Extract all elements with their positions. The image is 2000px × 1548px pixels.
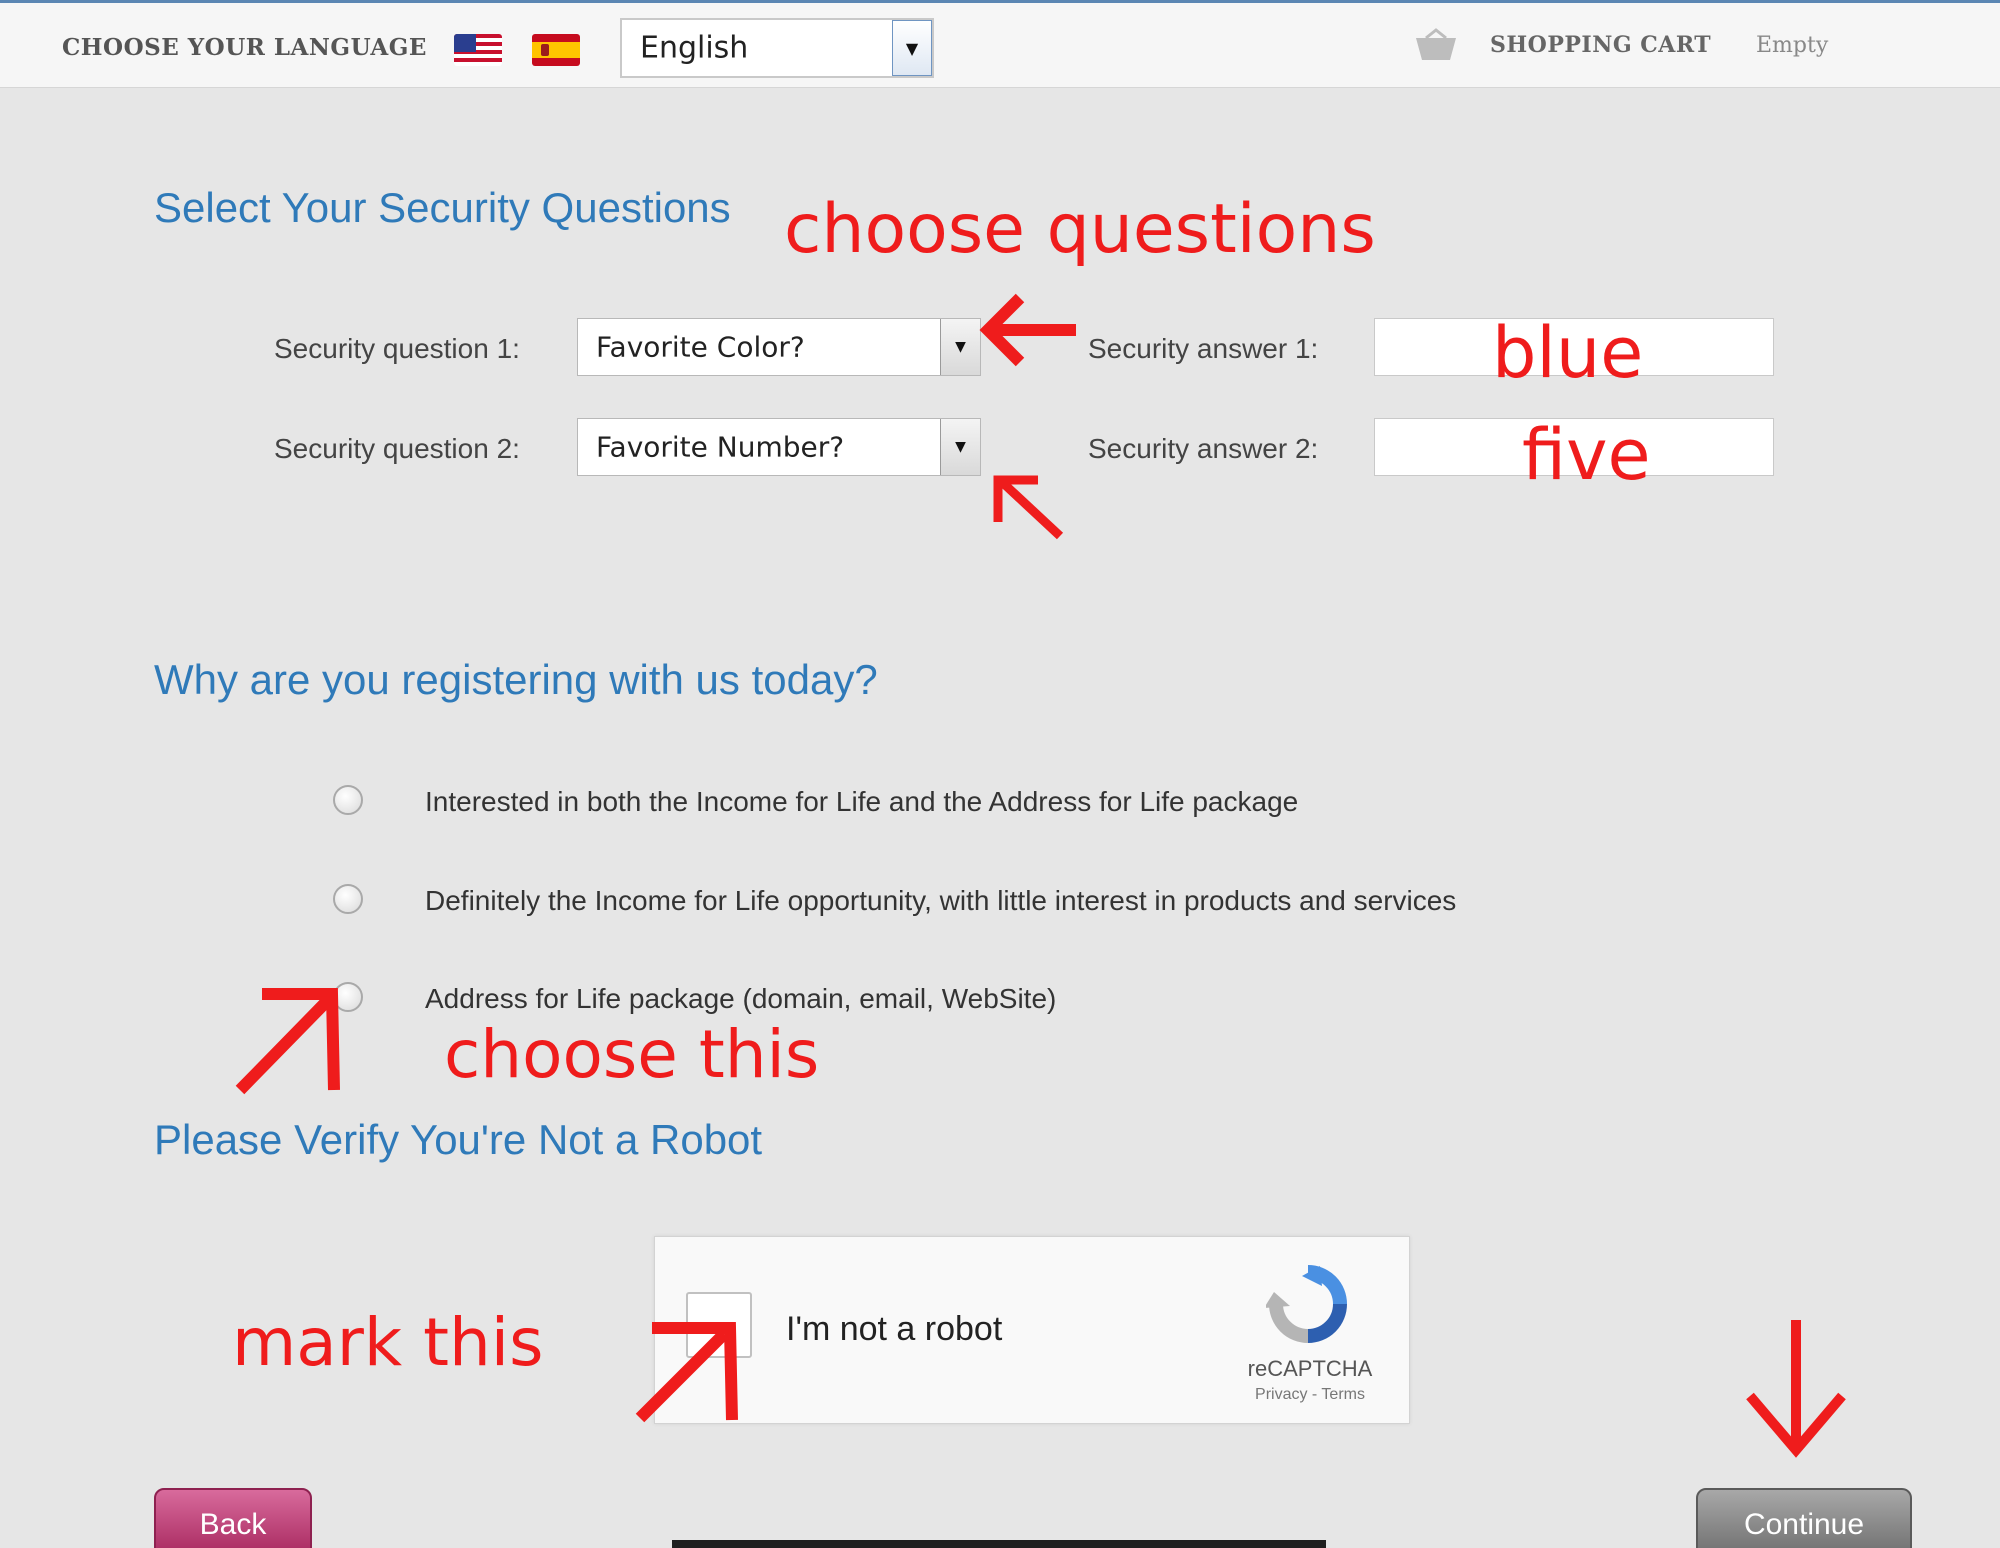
language-label: CHOOSE YOUR LANGUAGE [62,34,427,61]
annotation-arrow-up-right-icon [235,988,340,1095]
back-button[interactable]: Back [154,1488,312,1548]
shopping-cart-icon[interactable] [1412,28,1460,62]
security-answer-2-label: Security answer 2: [1088,433,1319,464]
language-select[interactable]: English ▼ [620,18,934,78]
chevron-down-icon[interactable]: ▼ [940,319,980,375]
registration-option-1-radio[interactable] [333,785,363,815]
annotation-choose-questions: choose questions [784,190,1376,269]
security-questions-heading: Select Your Security Questions [154,184,731,231]
security-question-1-label: Security question 1: [274,333,520,364]
security-question-2-value: Favorite Number? [596,430,845,464]
annotation-answer-blue: blue [1492,312,1644,394]
annotation-arrow-up-right-icon [635,1322,738,1423]
registration-option-2-label[interactable]: Definitely the Income for Life opportuni… [425,885,1456,917]
verify-robot-heading: Please Verify You're Not a Robot [154,1116,763,1163]
us-flag-icon[interactable] [454,34,502,66]
registration-option-2-radio[interactable] [333,884,363,914]
cart-status: Empty [1756,33,1829,58]
chevron-down-icon[interactable]: ▼ [892,20,932,76]
security-question-2-label: Security question 2: [274,433,520,464]
recaptcha-label: I'm not a robot [786,1310,1003,1348]
annotation-arrow-up-left-icon [993,475,1064,540]
spain-flag-icon[interactable] [532,34,580,66]
annotation-mark-this: mark this [232,1304,544,1381]
recaptcha-privacy-terms-link[interactable]: Privacy - Terms [1232,1386,1388,1404]
chevron-down-icon[interactable]: ▼ [940,419,980,475]
annotation-arrow-left-icon [979,293,1076,367]
language-select-value: English [640,30,749,66]
bottom-bar [672,1540,1326,1548]
annotation-arrow-down-icon [1746,1320,1846,1458]
continue-button[interactable]: Continue [1696,1488,1912,1548]
security-question-1-value: Favorite Color? [596,330,805,364]
shopping-cart-label[interactable]: SHOPPING CART [1490,32,1711,58]
registration-option-3-label[interactable]: Address for Life package (domain, email,… [425,983,1056,1015]
security-question-2-select[interactable]: Favorite Number? ▼ [577,418,981,476]
security-answer-1-label: Security answer 1: [1088,333,1319,364]
security-question-1-select[interactable]: Favorite Color? ▼ [577,318,981,376]
registration-reason-heading: Why are you registering with us today? [154,656,878,703]
recaptcha-brand: reCAPTCHA [1247,1356,1373,1381]
registration-option-1-label[interactable]: Interested in both the Income for Life a… [425,786,1298,818]
recaptcha-logo-icon [1266,1265,1347,1343]
annotation-answer-five: five [1522,414,1651,496]
annotation-choose-this: choose this [444,1016,820,1093]
